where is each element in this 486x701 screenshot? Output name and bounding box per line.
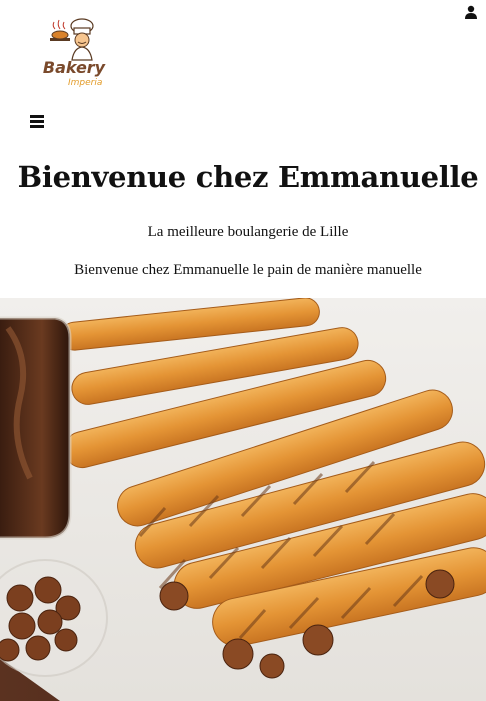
chef-logo-icon [50, 18, 94, 61]
tagline: La meilleure boulangerie de Lille [147, 224, 349, 240]
page: Bakery Imperia Bienvenue chez Emmanuelle… [0, 0, 486, 701]
user-icon[interactable] [464, 4, 478, 19]
subtitle: Bienvenue chez Emmanuelle le pain de man… [74, 262, 422, 278]
pastry-twists-photo [0, 298, 486, 701]
logo-name: Bakery [42, 58, 106, 77]
bakery-logo[interactable]: Bakery Imperia [42, 16, 106, 90]
logo-subname: Imperia [68, 78, 103, 88]
user-glyph-icon [465, 5, 477, 19]
hamburger-menu-icon[interactable] [30, 115, 44, 128]
pastry-illustration [0, 298, 486, 701]
page-title: Bienvenue chez Emmanuelle [17, 160, 479, 194]
